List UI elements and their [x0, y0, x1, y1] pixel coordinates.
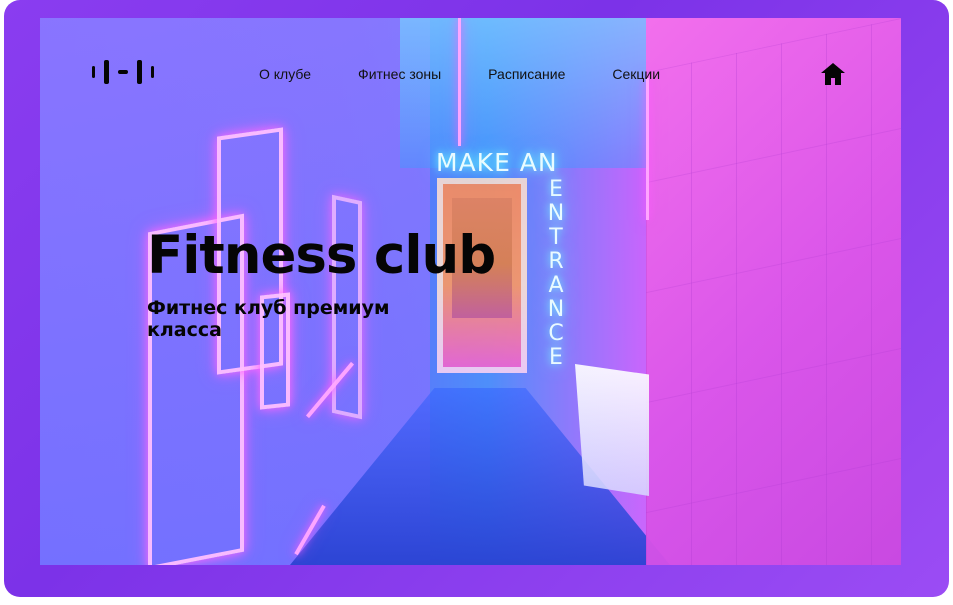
neon-sign-entrance: ENTRANCE: [547, 177, 565, 370]
hero-banner: MAKE AN ENTRANCE О клубе Фитнес зоны Рас…: [40, 18, 901, 565]
nav-link-fitness-zones[interactable]: Фитнес зоны: [358, 66, 441, 82]
home-button[interactable]: [816, 57, 850, 91]
dumbbell-right-cap: [151, 66, 154, 78]
dumbbell-right-plate: [137, 60, 142, 84]
nav-link-schedule[interactable]: Расписание: [488, 66, 565, 82]
nav-link-about-club[interactable]: О клубе: [259, 66, 311, 82]
site-header: О клубе Фитнес зоны Расписание Секции: [40, 18, 901, 118]
dumbbell-icon[interactable]: [92, 59, 154, 85]
dumbbell-bar: [118, 70, 128, 74]
nav-link-sections[interactable]: Секции: [612, 66, 660, 82]
neon-sign-make-an: MAKE AN: [436, 148, 558, 177]
home-icon: [821, 63, 845, 85]
bench: [575, 364, 649, 496]
dumbbell-left-plate: [104, 60, 109, 84]
hero-title: Fitness club: [147, 225, 496, 286]
hero-subtitle: Фитнес клуб премиум класса: [147, 297, 390, 341]
dumbbell-left-cap: [92, 66, 95, 78]
screen-frame: MAKE AN ENTRANCE О клубе Фитнес зоны Рас…: [4, 0, 949, 597]
main-navigation: О клубе Фитнес зоны Расписание Секции: [259, 66, 660, 82]
hero-copy: Fitness club Фитнес клуб премиум класса: [147, 225, 496, 342]
